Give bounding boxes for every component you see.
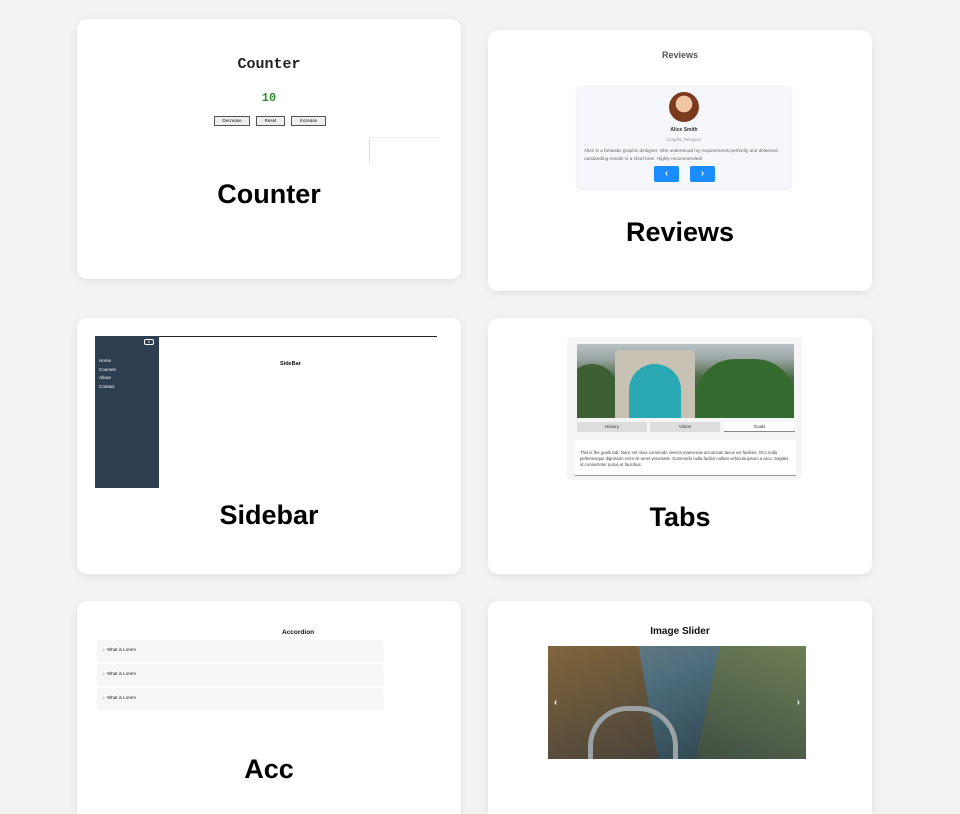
chevron-right-icon: › — [690, 166, 715, 182]
mountain-shape — [692, 646, 806, 759]
sidebar-item-home: Home — [99, 358, 112, 363]
image-slider-card[interactable]: Image Slider ‹ › — [488, 601, 872, 814]
slider-preview-heading: Image Slider — [650, 626, 710, 637]
sidebar-preview-label: SideBar — [280, 361, 301, 367]
chevron-left-icon: ‹ — [654, 166, 679, 182]
card-title: Counter — [217, 179, 321, 209]
sidebar-panel: X Home Courses About Contact — [95, 336, 159, 488]
tab-vision: Vision — [650, 422, 720, 432]
decrease-button: Decrease — [214, 116, 250, 126]
sidebar-card[interactable]: X Home Courses About Contact SideBar Sid… — [77, 318, 461, 574]
slider-image: ‹ › — [548, 646, 806, 759]
reviewer-role: Graphic Designer — [666, 137, 702, 142]
accordion-preview-heading: Accordion — [282, 629, 315, 636]
arrow-right-icon: › — [796, 697, 800, 708]
preview-topline — [159, 336, 437, 337]
tree-shape — [577, 364, 617, 418]
tab-content: This is the goals tab. Nunc vel risus co… — [575, 440, 796, 476]
review-box: Alice Smith Graphic Designer Alice is a … — [577, 86, 791, 188]
bridge-image — [577, 344, 794, 418]
reviewer-name: Alice Smith — [670, 127, 698, 133]
arrow-left-icon: ‹ — [554, 697, 558, 708]
accordion-item-label: What is Lorem — [107, 647, 137, 652]
accordion-item: › What is Lorem — [98, 688, 383, 708]
bridge-arch — [615, 350, 695, 418]
reviews-card[interactable]: Reviews Alice Smith Graphic Designer Ali… — [488, 30, 872, 291]
close-icon: X — [144, 339, 154, 345]
counter-preview-title: Counter — [237, 56, 301, 73]
accordion-item: › What is Lorem — [98, 640, 383, 660]
accordion-item-label: What is Lorem — [107, 695, 137, 700]
review-text: Alice is a fantastic graphic designer. S… — [584, 148, 778, 161]
sidebar-item-contact: Contact — [99, 384, 115, 389]
counter-preview-buttons: Decrease Reset Increase — [214, 116, 326, 126]
sidebar-item-about: About — [99, 375, 111, 380]
preview-fragment — [369, 137, 439, 163]
sidebar-item-courses: Courses — [99, 367, 116, 372]
tab-goals: Goals — [724, 422, 795, 432]
avatar — [669, 92, 699, 122]
tab-history: History — [577, 422, 647, 432]
card-title: Tabs — [649, 502, 711, 532]
counter-preview-value: 10 — [261, 91, 277, 105]
accordion-item-label: What is Lorem — [107, 671, 137, 676]
tree-shape — [695, 359, 794, 418]
accordion-item: › What is Lorem — [98, 664, 383, 684]
counter-card[interactable]: Counter 10 Decrease Reset Increase Count… — [77, 19, 461, 279]
card-title: Reviews — [625, 217, 735, 247]
card-title: Acc — [244, 754, 294, 784]
card-title: Sidebar — [219, 500, 319, 530]
reset-button: Reset — [256, 116, 285, 126]
sidebar-preview: X Home Courses About Contact SideBar — [95, 336, 437, 488]
increase-button: Increase — [291, 116, 326, 126]
reviews-preview-heading: Reviews — [661, 50, 699, 60]
tabs-card[interactable]: History Vision Goals This is the goals t… — [488, 318, 872, 574]
accordion-card[interactable]: Accordion › What is Lorem › What is Lore… — [77, 601, 461, 814]
